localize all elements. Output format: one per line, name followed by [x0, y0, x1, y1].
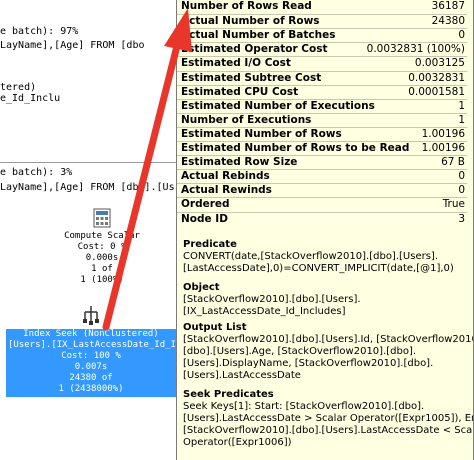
index-seek-node[interactable]: Index Seek (NonClustered) [Users].[IX_La…: [6, 329, 176, 397]
query-text-line: LayName],[Age] FROM [dbo: [0, 40, 145, 51]
index-seek-cost: Cost: 100 %: [61, 351, 121, 361]
seek-predicates-line: Seek Keys[1]: Start: [StackOverflow2010]…: [183, 401, 425, 412]
query-text-line: LayName],[Age] FROM [dbo].[Us: [0, 182, 175, 193]
output-list-line: [Users].LastAccessDate: [183, 370, 301, 381]
property-row: Ordered True: [177, 197, 467, 211]
compute-scalar-cost: Cost: 0 %: [77, 242, 127, 252]
property-row: Number of Rows Read 36187: [177, 0, 467, 13]
output-list-line: [StackOverflow2010].[dbo].[Users].Id, [S…: [183, 334, 474, 345]
property-value: True: [442, 198, 465, 211]
predicate-section: Predicate CONVERT(date,[StackOverflow201…: [183, 239, 467, 275]
compute-scalar-title: Compute Scalar: [64, 231, 140, 241]
index-seek-percent: 1 (2438000%): [58, 384, 124, 394]
property-row: Actual Number of Batches 0: [177, 28, 467, 42]
property-value: 1: [458, 113, 465, 126]
property-row: Node ID 3: [177, 211, 467, 226]
property-label: Estimated Subtree Cost: [181, 71, 322, 84]
property-value: 0: [458, 184, 465, 197]
seek-predicates-line: [Users].LastAccessDate > Scalar Operator…: [183, 413, 474, 424]
property-label: Actual Rebinds: [181, 170, 270, 183]
property-row: Estimated Row Size 67 B: [177, 155, 467, 169]
plan-text-line: e_Id_Inclu: [0, 93, 61, 104]
property-value: 24380: [431, 15, 465, 28]
property-label: Actual Rewinds: [181, 184, 272, 197]
property-value: 0: [458, 170, 465, 183]
property-value: 67 B: [441, 156, 465, 169]
property-label: Node ID: [181, 212, 228, 225]
object-heading: Object: [183, 282, 220, 293]
property-value: 0: [458, 29, 465, 42]
property-value: 0.0032831 (100%): [366, 43, 465, 56]
property-value: 1: [458, 99, 465, 112]
index-seek-icon[interactable]: [82, 304, 100, 326]
property-value: 3: [458, 212, 465, 225]
property-row: Estimated I/O Cost 0.003125: [177, 56, 467, 70]
predicate-heading: Predicate: [183, 239, 237, 250]
property-label: Estimated Row Size: [181, 156, 298, 169]
seek-predicates-section: Seek Predicates Seek Keys[1]: Start: [St…: [183, 389, 474, 449]
query-header-line: e batch): 3%: [0, 167, 73, 178]
seek-predicates-line: [StackOverflow2010].[dbo].[Users].LastAc…: [183, 425, 474, 436]
property-value: 36187: [431, 0, 465, 12]
object-line: [StackOverflow2010].[dbo].[Users].: [183, 294, 361, 305]
property-label: Number of Rows Read: [181, 0, 312, 12]
property-label: Estimated Number of Executions: [181, 99, 375, 112]
property-value: 1.00196: [421, 142, 465, 154]
property-label: Estimated Number of Rows to be Read: [181, 142, 410, 154]
output-list-line: [Users].DisplayName, [StackOverflow2010]…: [183, 358, 434, 369]
property-row: Number of Executions 1: [177, 112, 467, 127]
property-value: 1.00196: [421, 127, 465, 140]
property-row: Estimated Number of Rows to be Read 1.001…: [177, 141, 467, 155]
property-label: Estimated Number of Rows: [181, 127, 342, 140]
index-seek-rows: 24380 of: [69, 373, 113, 383]
property-label: Actual Number of Batches: [181, 29, 336, 42]
property-row: Estimated Subtree Cost 0.0032831: [177, 70, 467, 85]
property-label: Ordered: [181, 198, 230, 211]
compute-scalar-percent: 1 (100%): [80, 275, 124, 285]
object-section: Object [StackOverflow2010].[dbo].[Users]…: [183, 282, 467, 318]
output-list-line: [dbo].[Users].Age, [StackOverflow2010].[…: [183, 346, 417, 357]
property-row: Estimated Number of Rows 1.00196: [177, 126, 467, 141]
property-value: 0.0001581: [408, 85, 465, 98]
index-seek-title: Index Seek (NonClustered): [23, 329, 159, 339]
compute-scalar-icon[interactable]: [93, 208, 111, 228]
index-seek-object: [Users].[IX_LastAccessDate_Id_Inclu: [8, 340, 176, 350]
compute-scalar-rows: 1 of: [91, 264, 113, 274]
property-row: Estimated Number of Executions 1: [177, 98, 467, 113]
property-label: Number of Executions: [181, 113, 312, 126]
property-row: Estimated Operator Cost 0.0032831 (100%): [177, 42, 467, 56]
plan-separator: [0, 162, 180, 163]
property-value: 0.0032831: [408, 71, 465, 84]
property-label: Actual Number of Rows: [181, 15, 320, 28]
property-row: Estimated CPU Cost 0.0001581: [177, 84, 467, 99]
object-line: [IX_LastAccessDate_Id_Includes]: [183, 306, 346, 317]
seek-predicates-heading: Seek Predicates: [183, 389, 274, 400]
property-label: Estimated I/O Cost: [181, 57, 291, 70]
property-value: 0.003125: [414, 57, 465, 70]
property-row: Actual Rewinds 0: [177, 183, 467, 197]
compute-scalar-time: 0.000s: [85, 253, 119, 263]
output-list-section: Output List [StackOverflow2010].[dbo].[U…: [183, 322, 474, 382]
predicate-line: CONVERT(date,[StackOverflow2010].[dbo].[…: [183, 251, 438, 262]
property-row: Actual Rebinds 0: [177, 169, 467, 183]
query-header-line: e batch): 97%: [0, 26, 79, 37]
property-label: Estimated Operator Cost: [181, 43, 328, 56]
output-list-heading: Output List: [183, 322, 247, 333]
property-label: Estimated CPU Cost: [181, 85, 299, 98]
seek-predicates-line: Operator([Expr1006]): [183, 437, 292, 448]
predicate-line: [LastAccessDate],0)=CONVERT_IMPLICIT(dat…: [183, 263, 454, 274]
property-row: Actual Number of Rows 24380: [177, 14, 467, 28]
index-seek-time: 0.007s: [74, 362, 108, 372]
operator-tooltip: Number of Rows Read 36187 Actual Number of…: [176, 0, 474, 460]
